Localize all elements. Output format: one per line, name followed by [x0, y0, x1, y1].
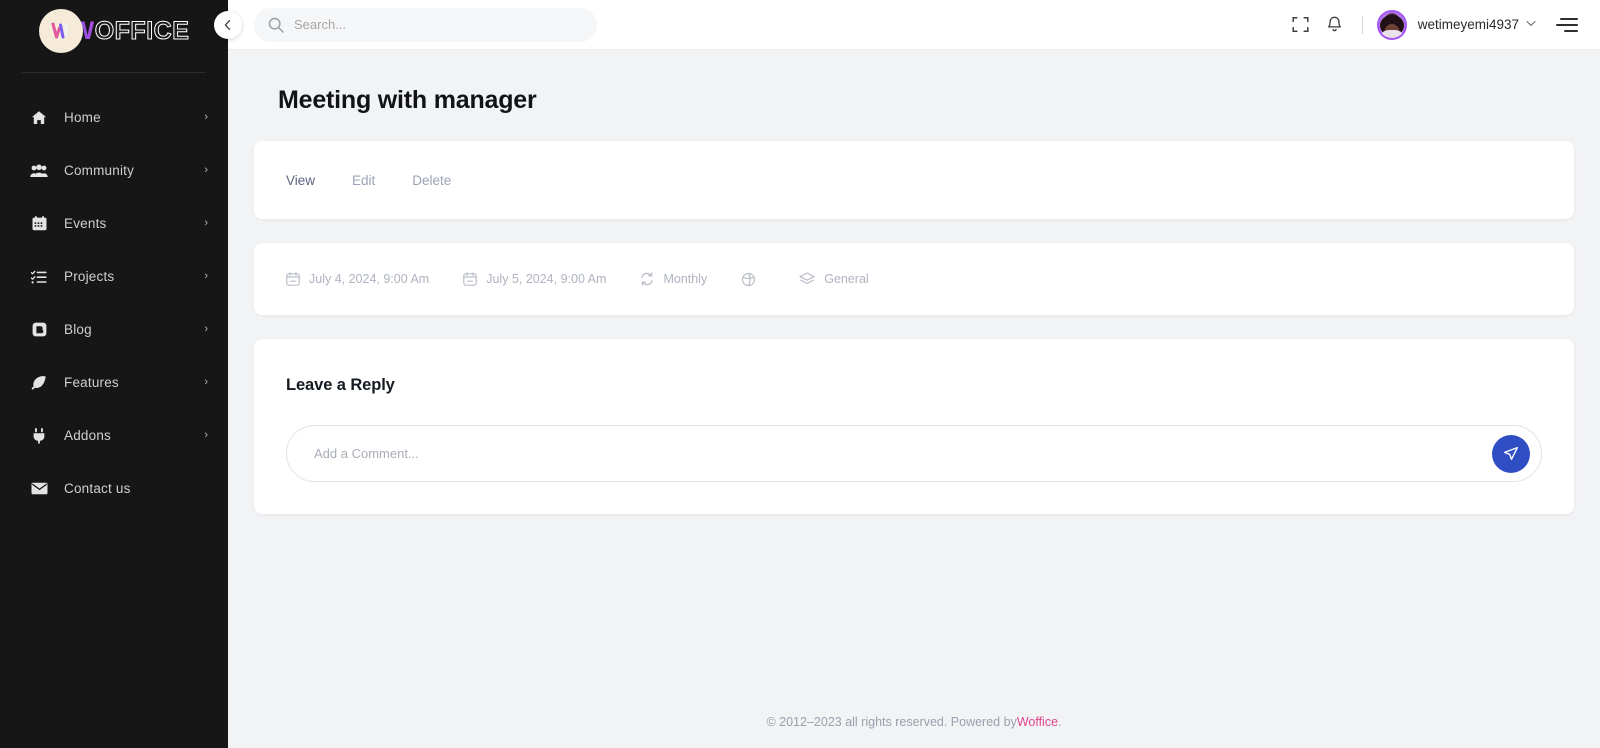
meta-category: General [799, 272, 869, 286]
tab-view[interactable]: View [286, 173, 315, 188]
woffice-mark-icon [38, 9, 83, 53]
search-icon [268, 17, 284, 33]
comment-input[interactable] [314, 446, 1492, 461]
username-label[interactable]: wetimeyemi4937 [1418, 17, 1519, 32]
sidebar-item-events[interactable]: Events › [0, 197, 228, 250]
meta-label: July 5, 2024, 9:00 Am [486, 272, 607, 286]
envelope-icon [28, 482, 50, 495]
fullscreen-button[interactable] [1284, 8, 1318, 42]
search-input[interactable] [294, 17, 583, 32]
sidebar-item-label: Addons [64, 428, 111, 443]
users-icon [28, 164, 50, 178]
sidebar: WOFFICE Home › Community › Events › Proj… [0, 0, 242, 748]
sidebar-nav: Home › Community › Events › Projects › B… [0, 91, 228, 748]
notifications-button[interactable] [1318, 8, 1352, 42]
event-meta-card: July 4, 2024, 9:00 Am July 5, 2024, 9:00… [254, 243, 1574, 315]
sidebar-item-addons[interactable]: Addons › [0, 409, 228, 462]
sidebar-item-blog[interactable]: Blog › [0, 303, 228, 356]
meta-start-date: July 4, 2024, 9:00 Am [286, 272, 429, 286]
avatar[interactable] [1376, 9, 1407, 40]
tab-edit[interactable]: Edit [352, 173, 375, 188]
meta-recurrence: Monthly [640, 272, 707, 286]
calendar-icon [28, 216, 50, 231]
sidebar-collapse-button[interactable] [214, 11, 242, 39]
sidebar-item-label: Community [64, 163, 135, 178]
meta-end-date: July 5, 2024, 9:00 Am [463, 272, 606, 286]
hamburger-menu-icon[interactable] [1554, 17, 1578, 32]
meta-privacy [741, 272, 765, 287]
avatar-body [1378, 29, 1405, 38]
topbar-right: wetimeyemi4937 [1284, 8, 1578, 42]
logo-word-rest: OFFICE [94, 16, 190, 45]
home-icon [28, 110, 50, 126]
chevron-right-icon: › [204, 323, 208, 335]
leave-a-reply-card: Leave a Reply [254, 339, 1574, 514]
sidebar-item-contact-us[interactable]: Contact us [0, 462, 228, 515]
fullscreen-icon [1292, 17, 1309, 32]
sidebar-divider [22, 72, 206, 73]
content: Meeting with manager View Edit Delete Ju… [228, 50, 1600, 696]
meta-label: Monthly [663, 272, 708, 286]
sidebar-item-features[interactable]: Features › [0, 356, 228, 409]
send-paper-plane-icon [1503, 446, 1519, 460]
comment-row [286, 425, 1542, 482]
main-area: wetimeyemi4937 Meeting with manager View… [228, 0, 1600, 748]
hamburger-line [1564, 29, 1578, 32]
sidebar-item-label: Events [64, 216, 107, 231]
calendar-start-icon [286, 272, 300, 286]
chevron-right-icon: › [204, 111, 208, 123]
sidebar-item-label: Projects [64, 269, 115, 284]
reply-heading: Leave a Reply [286, 376, 395, 394]
topbar-separator [1361, 15, 1363, 34]
topbar: wetimeyemi4937 [228, 0, 1600, 50]
chevron-right-icon: › [204, 376, 208, 388]
sidebar-item-label: Home [64, 110, 101, 125]
chevron-right-icon: › [204, 429, 208, 441]
meta-label: July 4, 2024, 9:00 Am [309, 272, 430, 286]
tasks-list-icon [28, 270, 50, 284]
sidebar-item-home[interactable]: Home › [0, 91, 228, 144]
feather-icon [28, 375, 50, 391]
logo-wordmark: WOFFICE [71, 16, 190, 46]
tab-delete[interactable]: Delete [412, 173, 451, 188]
globe-privacy-icon [741, 272, 756, 287]
repeat-icon [640, 272, 654, 286]
bell-icon [1328, 16, 1342, 31]
search-box[interactable] [254, 7, 597, 42]
footer-suffix: . [1058, 715, 1062, 729]
sidebar-item-community[interactable]: Community › [0, 144, 228, 197]
footer-text: © 2012–2023 all rights reserved. Powered… [766, 715, 1017, 729]
footer-brand-link[interactable]: Woffice [1017, 715, 1058, 729]
chevron-right-icon: › [204, 270, 208, 282]
sidebar-item-projects[interactable]: Projects › [0, 250, 228, 303]
blog-icon [28, 322, 50, 337]
sidebar-item-label: Blog [64, 322, 92, 337]
chevron-down-icon[interactable] [1526, 19, 1536, 30]
send-comment-button[interactable] [1492, 434, 1530, 473]
footer: © 2012–2023 all rights reserved. Powered… [228, 696, 1600, 748]
plug-icon [28, 427, 50, 444]
page-title: Meeting with manager [278, 86, 537, 114]
sidebar-logo[interactable]: WOFFICE [0, 0, 228, 62]
chevron-left-icon [224, 19, 231, 31]
chevron-right-icon: › [204, 217, 208, 229]
calendar-end-icon [463, 272, 478, 286]
hamburger-line [1560, 17, 1578, 20]
sidebar-item-label: Contact us [64, 481, 131, 496]
sidebar-item-label: Features [64, 375, 119, 390]
chevron-right-icon: › [204, 164, 208, 176]
action-tabs-card: View Edit Delete [254, 141, 1574, 219]
meta-label: General [824, 272, 869, 286]
layers-category-icon [799, 272, 815, 286]
hamburger-line [1556, 23, 1578, 26]
